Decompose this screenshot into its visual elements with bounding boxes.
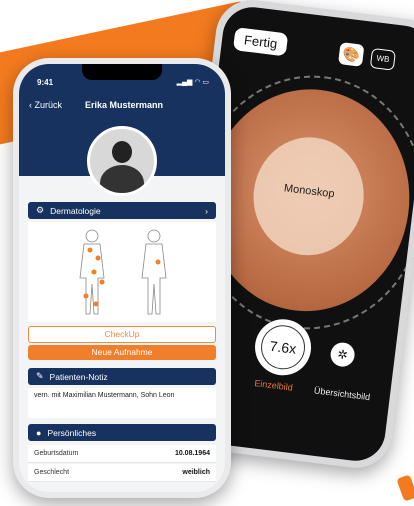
body-map[interactable] bbox=[28, 222, 216, 322]
status-icons: ▂▄▆ ◠ ▭ bbox=[176, 79, 209, 86]
mode-overview[interactable]: Übersichtsbild bbox=[313, 385, 370, 402]
chevron-right-icon: › bbox=[205, 205, 208, 216]
section-personal[interactable]: ● Persönliches bbox=[28, 424, 216, 441]
brand-swoosh-bottom bbox=[396, 474, 414, 502]
chevron-left-icon: ‹ bbox=[29, 100, 32, 110]
aperture-icon[interactable]: ✲ bbox=[329, 341, 356, 368]
section-personal-label: Persönliches bbox=[47, 427, 97, 438]
section-note[interactable]: ✎ Patienten-Notiz bbox=[28, 368, 216, 385]
white-balance-button[interactable]: WB bbox=[369, 47, 397, 71]
field-label: Geschlecht bbox=[34, 469, 70, 476]
back-button[interactable]: ‹ Zurück bbox=[29, 100, 62, 110]
back-label: Zurück bbox=[34, 100, 63, 110]
palette-icon[interactable]: 🎨 bbox=[337, 42, 365, 67]
front-figure-body bbox=[79, 243, 105, 315]
back-figure-body bbox=[141, 243, 167, 315]
section-note-label: Patienten-Notiz bbox=[49, 371, 108, 382]
lesion-marker[interactable] bbox=[83, 293, 89, 299]
patient-name: Erika Mustermann bbox=[85, 100, 164, 110]
field-value: weiblich bbox=[182, 469, 210, 476]
lesion-marker[interactable] bbox=[99, 279, 105, 285]
pencil-icon: ✎ bbox=[36, 371, 44, 381]
lesion-marker[interactable] bbox=[91, 269, 97, 275]
patient-phone: 9:41 ▂▄▆ ◠ ▭ ‹ Zurück Erika Mustermann ⚙… bbox=[13, 58, 231, 498]
lesion-marker[interactable] bbox=[95, 255, 101, 261]
lesion-marker[interactable] bbox=[87, 247, 93, 253]
lesion-marker[interactable] bbox=[93, 301, 99, 307]
gear-icon: ⚙ bbox=[36, 205, 45, 215]
section-dermatology[interactable]: ⚙ Dermatologie › bbox=[28, 202, 216, 219]
field-value: 10.08.1964 bbox=[174, 450, 210, 457]
zoom-value: 7.6x bbox=[258, 322, 308, 372]
new-capture-button[interactable]: Neue Aufnahme bbox=[28, 345, 216, 360]
field-label: Geburtsdatum bbox=[34, 450, 79, 457]
field-row: Geburtsdatum 10.08.1964 bbox=[28, 445, 216, 463]
section-dermatology-label: Dermatologie bbox=[50, 205, 101, 216]
avatar bbox=[87, 126, 157, 196]
mode-single[interactable]: Einzelbild bbox=[254, 378, 293, 393]
done-button[interactable]: Fertig bbox=[232, 27, 289, 57]
avatar-body bbox=[100, 165, 144, 193]
avatar-head bbox=[112, 141, 132, 163]
lesion-marker[interactable] bbox=[155, 259, 161, 265]
monoskop-label: Monoskop bbox=[283, 182, 336, 201]
front-figure-head bbox=[85, 229, 99, 243]
back-figure-head bbox=[147, 229, 161, 243]
person-icon: ● bbox=[36, 427, 42, 438]
field-row: Geschlecht weiblich bbox=[28, 464, 216, 482]
status-time: 9:41 bbox=[37, 78, 54, 87]
note-text: vern. mit Maximilian Mustermann, Sohn Le… bbox=[28, 388, 216, 418]
patient-screen: 9:41 ▂▄▆ ◠ ▭ ‹ Zurück Erika Mustermann ⚙… bbox=[19, 64, 225, 492]
checkup-button[interactable]: CheckUp bbox=[28, 326, 216, 343]
phone-notch bbox=[82, 64, 162, 80]
body-map-figures bbox=[79, 229, 167, 315]
